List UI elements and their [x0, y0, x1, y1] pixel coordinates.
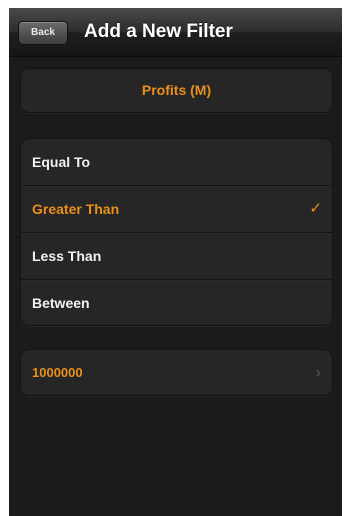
navigation-bar: Back Add a New Filter [9, 8, 342, 57]
option-greater-than[interactable]: Greater Than ✓ [21, 186, 332, 233]
field-selector-cell[interactable]: Profits (M) [20, 68, 333, 113]
app-screen: Back Add a New Filter Profits (M) Equal … [9, 8, 342, 516]
option-between[interactable]: Between [21, 280, 332, 325]
option-equal-to[interactable]: Equal To [21, 139, 332, 186]
option-label: Between [32, 295, 90, 311]
option-label: Greater Than [32, 201, 120, 217]
option-label: Equal To [32, 154, 91, 170]
comparison-options-list: Equal To Greater Than ✓ Less Than Betwee… [20, 138, 333, 326]
checkmark-icon: ✓ [309, 200, 322, 217]
page-title: Add a New Filter [84, 21, 233, 42]
filter-value: 1000000 [32, 365, 83, 380]
field-name-label: Profits (M) [141, 82, 212, 98]
back-button[interactable]: Back [18, 21, 68, 45]
option-label: Less Than [32, 248, 102, 264]
chevron-right-icon: › [315, 364, 321, 381]
filter-value-cell[interactable]: 1000000 › [20, 349, 333, 396]
option-less-than[interactable]: Less Than [21, 233, 332, 280]
